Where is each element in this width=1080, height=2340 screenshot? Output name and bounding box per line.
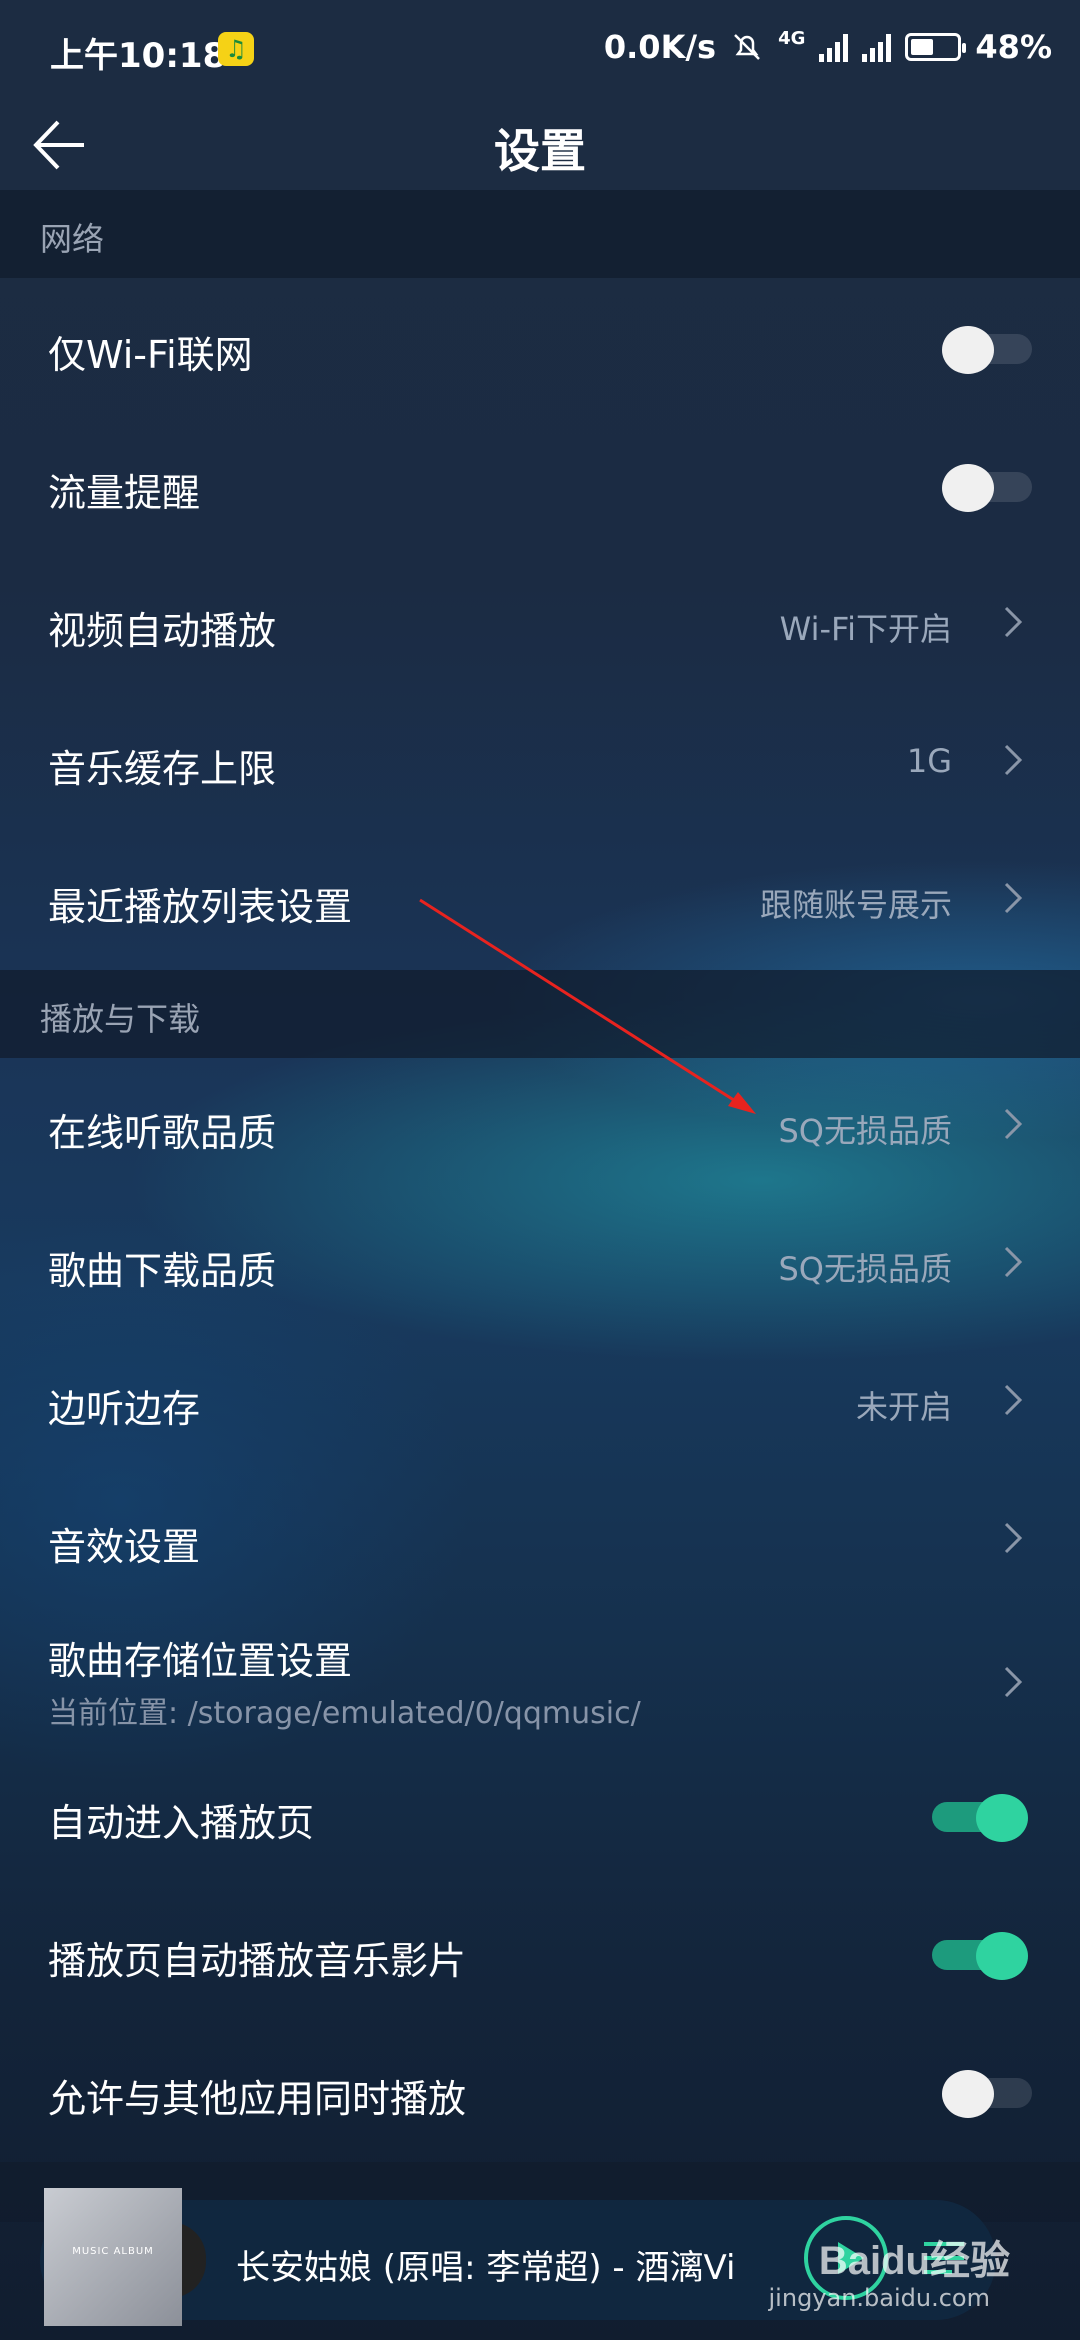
signal-icon-1 (819, 32, 849, 62)
setting-label: 歌曲存储位置设置 (48, 1639, 353, 1683)
section-header-network: 网络 (0, 190, 1080, 278)
setting-subtext: 当前位置: /storage/emulated/0/qqmusic/ (48, 1696, 641, 1731)
auto-enter-player-toggle[interactable] (932, 1794, 1028, 1842)
album-cover[interactable]: MUSIC ALBUM (44, 2188, 182, 2326)
setting-wifi-only[interactable]: 仅Wi-Fi联网 (0, 280, 1080, 418)
setting-download-quality[interactable]: 歌曲下载品质 SQ无损品质 (0, 1196, 1080, 1334)
setting-label: 最近播放列表设置 (48, 885, 353, 929)
signal-icon-2 (862, 32, 892, 62)
status-bar: 上午10:18 ♫ 0.0K/s 4G 48% (0, 0, 1080, 95)
setting-label: 音效设置 (48, 1525, 201, 1569)
setting-value: 1G (906, 742, 952, 780)
network-type: 4G (778, 28, 806, 49)
battery-percent: 48% (975, 28, 1052, 66)
setting-value: Wi-Fi下开启 (779, 610, 952, 648)
chevron-right-icon (1004, 744, 1023, 776)
setting-value: 跟随账号展示 (759, 886, 952, 924)
setting-label: 允许与其他应用同时播放 (48, 2077, 467, 2121)
setting-label: 流量提醒 (48, 471, 201, 515)
setting-label: 边听边存 (48, 1387, 201, 1431)
qq-music-app-icon: ♫ (218, 32, 254, 66)
setting-label: 播放页自动播放音乐影片 (48, 1939, 467, 1983)
chevron-right-icon (1004, 1384, 1023, 1416)
net-speed: 0.0K/s (603, 28, 717, 66)
chevron-right-icon (1004, 882, 1023, 914)
setting-value: SQ无损品质 (778, 1250, 952, 1288)
chevron-right-icon (1004, 1522, 1023, 1554)
setting-allow-concurrent[interactable]: 允许与其他应用同时播放 (0, 2024, 1080, 2162)
setting-label: 音乐缓存上限 (48, 747, 277, 791)
setting-sound-effects[interactable]: 音效设置 (0, 1472, 1080, 1610)
setting-label: 歌曲下载品质 (48, 1249, 277, 1293)
baidu-watermark: Baidu经验 (818, 2239, 1010, 2283)
chevron-right-icon (1004, 606, 1023, 638)
setting-value: SQ无损品质 (778, 1112, 952, 1150)
status-time: 上午10:18 (50, 36, 227, 76)
setting-online-quality[interactable]: 在线听歌品质 SQ无损品质 (0, 1058, 1080, 1196)
setting-video-autoplay[interactable]: 视频自动播放 Wi-Fi下开启 (0, 556, 1080, 694)
page-title: 设置 (494, 124, 586, 178)
auto-play-video-toggle[interactable] (932, 1932, 1028, 1980)
section-header-playback: 播放与下载 (0, 970, 1080, 1058)
allow-concurrent-toggle[interactable] (942, 2070, 1032, 2118)
chevron-right-icon (1004, 1108, 1023, 1140)
setting-listen-save[interactable]: 边听边存 未开启 (0, 1334, 1080, 1472)
mute-bell-icon (734, 34, 760, 60)
data-alert-toggle[interactable] (942, 464, 1032, 512)
watermark-url: jingyan.baidu.com (768, 2284, 990, 2312)
setting-value: 未开启 (855, 1388, 952, 1426)
setting-storage-location[interactable]: 歌曲存储位置设置 当前位置: /storage/emulated/0/qqmus… (0, 1610, 1080, 1770)
album-cover-label: MUSIC ALBUM (72, 2246, 154, 2257)
title-bar: 设置 (0, 95, 1080, 190)
setting-auto-play-video[interactable]: 播放页自动播放音乐影片 (0, 1886, 1080, 2024)
setting-label: 自动进入播放页 (48, 1801, 315, 1845)
wifi-only-toggle[interactable] (942, 326, 1032, 374)
song-title: 长安姑娘 (原唱: 李常超) - 酒漓Vi (236, 2248, 736, 2288)
chevron-right-icon (1004, 1666, 1023, 1698)
setting-data-alert[interactable]: 流量提醒 (0, 418, 1080, 556)
status-right: 0.0K/s 4G 48% (604, 28, 1052, 66)
chevron-right-icon (1004, 1246, 1023, 1278)
battery-icon (905, 33, 967, 61)
setting-label: 视频自动播放 (48, 609, 277, 653)
setting-cache-limit[interactable]: 音乐缓存上限 1G (0, 694, 1080, 832)
setting-label: 在线听歌品质 (48, 1111, 277, 1155)
setting-label: 仅Wi-Fi联网 (48, 333, 253, 377)
setting-recent-list[interactable]: 最近播放列表设置 跟随账号展示 (0, 832, 1080, 970)
setting-auto-enter-player[interactable]: 自动进入播放页 (0, 1748, 1080, 1886)
